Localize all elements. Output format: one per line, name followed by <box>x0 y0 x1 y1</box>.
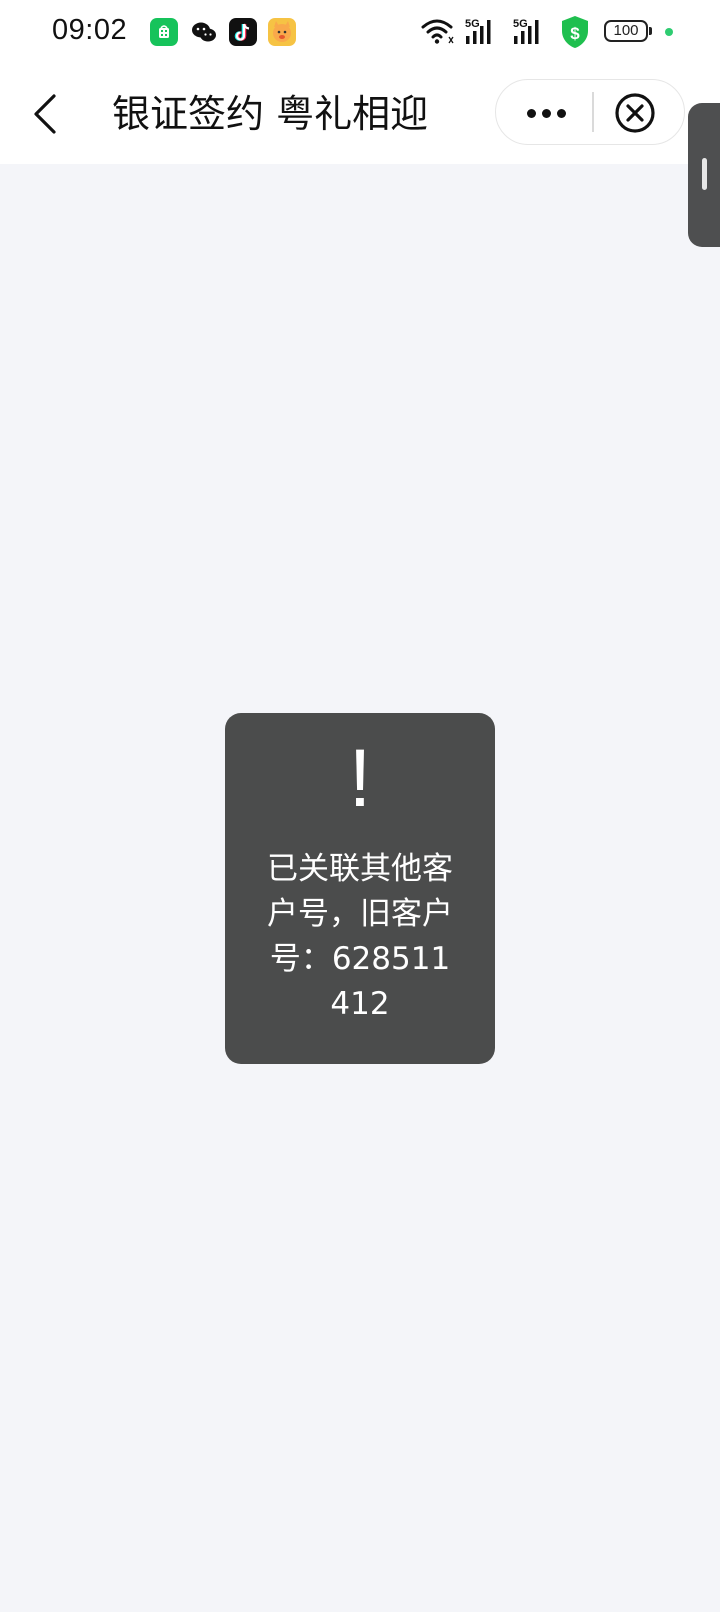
more-dots-icon <box>527 109 536 118</box>
more-dots-icon <box>542 109 551 118</box>
svg-text:5G: 5G <box>513 18 528 30</box>
signal-icon: 5G <box>464 16 502 50</box>
grip-icon <box>702 158 707 190</box>
battery-icon: 100 <box>604 20 652 42</box>
signal-icon: 5G <box>512 16 550 50</box>
tiktok-icon <box>229 18 257 46</box>
nav-bar: 银证签约 粤礼相迎 <box>0 64 720 164</box>
notification-dot <box>665 28 673 36</box>
page-title: 银证签约 粤礼相迎 <box>112 92 429 136</box>
toast-dialog: ! 已关联其他客户号，旧客户号：628511412 <box>225 713 495 1064</box>
close-circle-icon <box>615 93 655 133</box>
mini-program-capsule <box>495 79 685 145</box>
back-button[interactable] <box>26 88 66 140</box>
toast-message: 已关联其他客户号，旧客户号：628511412 <box>267 851 453 1022</box>
status-time: 09:02 <box>52 14 128 46</box>
svg-text:$: $ <box>570 24 580 43</box>
status-bar: 09:02 5G 5G $ 100 <box>0 0 720 64</box>
more-button[interactable] <box>496 80 592 146</box>
wifi-icon <box>420 16 456 50</box>
chevron-left-icon <box>34 94 56 134</box>
security-shield-icon: $ <box>559 14 591 54</box>
close-button[interactable] <box>594 80 684 146</box>
side-float-handle[interactable] <box>688 103 720 247</box>
exclamation-icon: ! <box>348 733 372 824</box>
cat-app-icon <box>268 18 296 46</box>
more-dots-icon <box>557 109 566 118</box>
app-store-icon <box>150 18 178 46</box>
svg-text:5G: 5G <box>465 18 480 30</box>
wechat-icon <box>190 18 218 46</box>
